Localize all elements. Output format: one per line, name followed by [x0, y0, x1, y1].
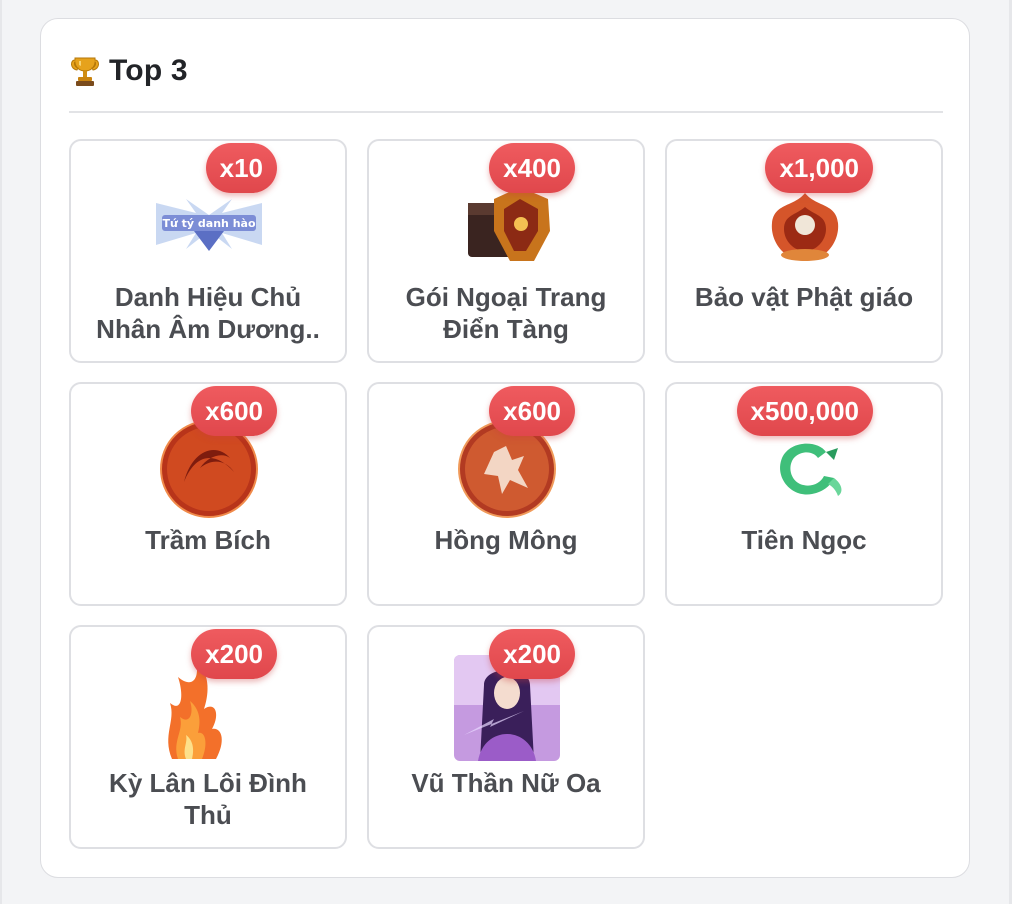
quantity-badge: x10: [205, 143, 277, 193]
quantity-badge: x200: [191, 629, 277, 679]
item-name: Danh Hiệu Chủ Nhân Âm Dương..: [96, 282, 320, 344]
quantity-badge: x600: [489, 386, 575, 436]
trophy-icon: [71, 57, 99, 86]
quantity-badge: x200: [489, 629, 575, 679]
top-rewards-panel: Top 3 Tứ tý danh hào x10 Danh Hiệu Chủ N…: [40, 18, 970, 878]
item-name: Hồng Mông: [434, 525, 578, 555]
panel-title: Top 3: [109, 54, 188, 87]
item-name: Kỳ Lân Lôi Đình Thủ: [109, 768, 307, 830]
reward-card[interactable]: x600 Trầm Bích: [69, 382, 347, 606]
reward-card[interactable]: x200 Vũ Thần Nữ Oa: [367, 625, 645, 849]
svg-text:Tứ tý danh hào: Tứ tý danh hào: [162, 217, 255, 230]
reward-card[interactable]: x200 Kỳ Lân Lôi Đình Thủ: [69, 625, 347, 849]
quantity-badge: x600: [191, 386, 277, 436]
quantity-badge: x1,000: [765, 143, 873, 193]
header-divider: [69, 111, 943, 113]
quantity-badge: x400: [489, 143, 575, 193]
reward-card[interactable]: x1,000 Bảo vật Phật giáo: [665, 139, 943, 363]
reward-card[interactable]: x600 Hồng Mông: [367, 382, 645, 606]
quantity-badge: x500,000: [736, 386, 873, 436]
item-name: Trầm Bích: [145, 525, 271, 555]
item-name: Gói Ngoại Trang Điển Tàng: [405, 282, 607, 344]
item-name: Vũ Thần Nữ Oa: [411, 768, 601, 798]
reward-card[interactable]: Tứ tý danh hào x10 Danh Hiệu Chủ Nhân Âm…: [69, 139, 347, 363]
panel-header: Top 3: [69, 51, 188, 91]
page-edge-left: [0, 0, 2, 904]
item-name: Tiên Ngọc: [741, 525, 867, 555]
reward-card[interactable]: x400 Gói Ngoại Trang Điển Tàng: [367, 139, 645, 363]
reward-card[interactable]: x500,000 Tiên Ngọc: [665, 382, 943, 606]
item-name: Bảo vật Phật giáo: [694, 282, 914, 312]
